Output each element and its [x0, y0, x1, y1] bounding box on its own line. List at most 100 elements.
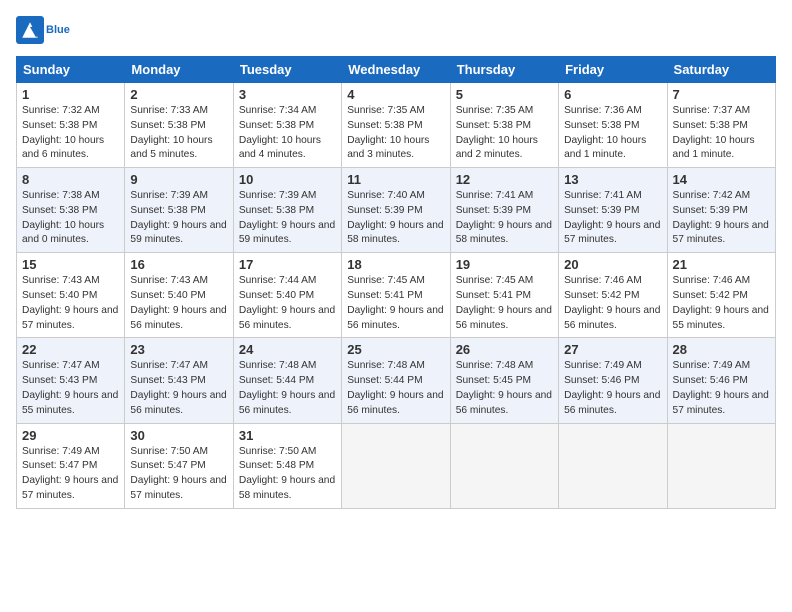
- day-info: Sunrise: 7:49 AMSunset: 5:47 PMDaylight:…: [22, 445, 119, 504]
- day-number: 18: [347, 257, 444, 272]
- day-number: 7: [673, 87, 770, 102]
- calendar-cell: 19 Sunrise: 7:45 AMSunset: 5:41 PMDayligh…: [450, 253, 558, 338]
- calendar-cell: 21Sunrise: 7:46 AMSunset: 5:42 PMDayligh…: [667, 253, 775, 338]
- calendar-cell: 6Sunrise: 7:36 AMSunset: 5:38 PMDaylight…: [559, 83, 667, 168]
- header: Blue: [16, 16, 776, 44]
- day-number: 24: [239, 342, 336, 357]
- calendar-cell: 29 Sunrise: 7:49 AMSunset: 5:47 PMDayligh…: [17, 423, 125, 508]
- day-info: Sunrise: 7:41 AMSunset: 5:39 PMDaylight:…: [564, 189, 661, 248]
- day-info: Sunrise: 7:48 AMSunset: 5:44 PMDaylight:…: [239, 359, 336, 418]
- calendar-cell: 11 Sunrise: 7:40 AMSunset: 5:39 PMDayligh…: [342, 168, 450, 253]
- day-info: Sunrise: 7:43 AMSunset: 5:40 PMDaylight:…: [130, 274, 227, 333]
- calendar-week-row: 15 Sunrise: 7:43 AMSunset: 5:40 PMDayligh…: [17, 253, 776, 338]
- weekday-header: Monday: [125, 57, 233, 83]
- day-number: 4: [347, 87, 444, 102]
- day-number: 23: [130, 342, 227, 357]
- day-info: Sunrise: 7:35 AMSunset: 5:38 PMDaylight:…: [456, 104, 553, 163]
- day-number: 15: [22, 257, 119, 272]
- calendar-cell: [559, 423, 667, 508]
- calendar-cell: 10 Sunrise: 7:39 AMSunset: 5:38 PMDayligh…: [233, 168, 341, 253]
- calendar-cell: 15 Sunrise: 7:43 AMSunset: 5:40 PMDayligh…: [17, 253, 125, 338]
- calendar-cell: 31 Sunrise: 7:50 AMSunset: 5:48 PMDayligh…: [233, 423, 341, 508]
- weekday-header: Friday: [559, 57, 667, 83]
- day-number: 29: [22, 428, 119, 443]
- day-info: Sunrise: 7:37 AMSunset: 5:38 PMDaylight:…: [673, 104, 770, 163]
- day-number: 16: [130, 257, 227, 272]
- weekday-header: Saturday: [667, 57, 775, 83]
- day-info: Sunrise: 7:43 AMSunset: 5:40 PMDaylight:…: [22, 274, 119, 333]
- day-number: 26: [456, 342, 553, 357]
- day-info: Sunrise: 7:34 AMSunset: 5:38 PMDaylight:…: [239, 104, 336, 163]
- day-info: Sunrise: 7:50 AMSunset: 5:48 PMDaylight:…: [239, 445, 336, 504]
- day-info: Sunrise: 7:49 AMSunset: 5:46 PMDaylight:…: [673, 359, 770, 418]
- weekday-header: Wednesday: [342, 57, 450, 83]
- day-info: Sunrise: 7:39 AMSunset: 5:38 PMDaylight:…: [239, 189, 336, 248]
- day-number: 19: [456, 257, 553, 272]
- weekday-header-row: SundayMondayTuesdayWednesdayThursdayFrid…: [17, 57, 776, 83]
- day-number: 17: [239, 257, 336, 272]
- calendar-cell: 24 Sunrise: 7:48 AMSunset: 5:44 PMDayligh…: [233, 338, 341, 423]
- calendar-cell: 13Sunrise: 7:41 AMSunset: 5:39 PMDayligh…: [559, 168, 667, 253]
- calendar-cell: 7 Sunrise: 7:37 AMSunset: 5:38 PMDaylight…: [667, 83, 775, 168]
- day-info: Sunrise: 7:33 AMSunset: 5:38 PMDaylight:…: [130, 104, 227, 163]
- day-number: 22: [22, 342, 119, 357]
- calendar-container: Blue SundayMondayTuesdayWednesdayThursda…: [0, 0, 792, 517]
- day-info: Sunrise: 7:44 AMSunset: 5:40 PMDaylight:…: [239, 274, 336, 333]
- calendar-cell: 9Sunrise: 7:39 AMSunset: 5:38 PMDaylight…: [125, 168, 233, 253]
- calendar-week-row: 29 Sunrise: 7:49 AMSunset: 5:47 PMDayligh…: [17, 423, 776, 508]
- weekday-header: Sunday: [17, 57, 125, 83]
- day-number: 11: [347, 172, 444, 187]
- day-info: Sunrise: 7:41 AMSunset: 5:39 PMDaylight:…: [456, 189, 553, 248]
- calendar-table: SundayMondayTuesdayWednesdayThursdayFrid…: [16, 56, 776, 509]
- day-number: 30: [130, 428, 227, 443]
- day-number: 25: [347, 342, 444, 357]
- day-info: Sunrise: 7:48 AMSunset: 5:44 PMDaylight:…: [347, 359, 444, 418]
- calendar-week-row: 22 Sunrise: 7:47 AMSunset: 5:43 PMDayligh…: [17, 338, 776, 423]
- logo-tagline: Blue: [46, 24, 70, 36]
- calendar-week-row: 8Sunrise: 7:38 AMSunset: 5:38 PMDaylight…: [17, 168, 776, 253]
- day-info: Sunrise: 7:45 AMSunset: 5:41 PMDaylight:…: [456, 274, 553, 333]
- calendar-cell: 8Sunrise: 7:38 AMSunset: 5:38 PMDaylight…: [17, 168, 125, 253]
- day-number: 3: [239, 87, 336, 102]
- day-number: 27: [564, 342, 661, 357]
- day-info: Sunrise: 7:47 AMSunset: 5:43 PMDaylight:…: [130, 359, 227, 418]
- day-info: Sunrise: 7:36 AMSunset: 5:38 PMDaylight:…: [564, 104, 661, 163]
- day-number: 28: [673, 342, 770, 357]
- calendar-cell: 2Sunrise: 7:33 AMSunset: 5:38 PMDaylight…: [125, 83, 233, 168]
- calendar-cell: 17 Sunrise: 7:44 AMSunset: 5:40 PMDayligh…: [233, 253, 341, 338]
- calendar-cell: 16 Sunrise: 7:43 AMSunset: 5:40 PMDayligh…: [125, 253, 233, 338]
- calendar-cell: 26 Sunrise: 7:48 AMSunset: 5:45 PMDayligh…: [450, 338, 558, 423]
- day-number: 20: [564, 257, 661, 272]
- weekday-header: Thursday: [450, 57, 558, 83]
- calendar-cell: 27Sunrise: 7:49 AMSunset: 5:46 PMDayligh…: [559, 338, 667, 423]
- day-info: Sunrise: 7:32 AMSunset: 5:38 PMDaylight:…: [22, 104, 119, 163]
- day-number: 1: [22, 87, 119, 102]
- calendar-cell: [342, 423, 450, 508]
- day-number: 31: [239, 428, 336, 443]
- day-info: Sunrise: 7:39 AMSunset: 5:38 PMDaylight:…: [130, 189, 227, 248]
- day-number: 14: [673, 172, 770, 187]
- day-number: 5: [456, 87, 553, 102]
- logo-icon: [16, 16, 44, 44]
- day-info: Sunrise: 7:38 AMSunset: 5:38 PMDaylight:…: [22, 189, 119, 248]
- calendar-cell: 4 Sunrise: 7:35 AMSunset: 5:38 PMDaylight…: [342, 83, 450, 168]
- day-info: Sunrise: 7:45 AMSunset: 5:41 PMDaylight:…: [347, 274, 444, 333]
- calendar-cell: 1 Sunrise: 7:32 AMSunset: 5:38 PMDaylight…: [17, 83, 125, 168]
- calendar-cell: 5 Sunrise: 7:35 AMSunset: 5:38 PMDaylight…: [450, 83, 558, 168]
- day-info: Sunrise: 7:47 AMSunset: 5:43 PMDaylight:…: [22, 359, 119, 418]
- day-info: Sunrise: 7:46 AMSunset: 5:42 PMDaylight:…: [564, 274, 661, 333]
- day-info: Sunrise: 7:48 AMSunset: 5:45 PMDaylight:…: [456, 359, 553, 418]
- calendar-cell: 18 Sunrise: 7:45 AMSunset: 5:41 PMDayligh…: [342, 253, 450, 338]
- day-info: Sunrise: 7:40 AMSunset: 5:39 PMDaylight:…: [347, 189, 444, 248]
- calendar-cell: 20 Sunrise: 7:46 AMSunset: 5:42 PMDayligh…: [559, 253, 667, 338]
- day-number: 10: [239, 172, 336, 187]
- calendar-cell: 23 Sunrise: 7:47 AMSunset: 5:43 PMDayligh…: [125, 338, 233, 423]
- day-info: Sunrise: 7:50 AMSunset: 5:47 PMDaylight:…: [130, 445, 227, 504]
- calendar-cell: [667, 423, 775, 508]
- day-number: 21: [673, 257, 770, 272]
- day-info: Sunrise: 7:42 AMSunset: 5:39 PMDaylight:…: [673, 189, 770, 248]
- calendar-week-row: 1 Sunrise: 7:32 AMSunset: 5:38 PMDaylight…: [17, 83, 776, 168]
- calendar-cell: 28 Sunrise: 7:49 AMSunset: 5:46 PMDayligh…: [667, 338, 775, 423]
- day-info: Sunrise: 7:35 AMSunset: 5:38 PMDaylight:…: [347, 104, 444, 163]
- day-number: 12: [456, 172, 553, 187]
